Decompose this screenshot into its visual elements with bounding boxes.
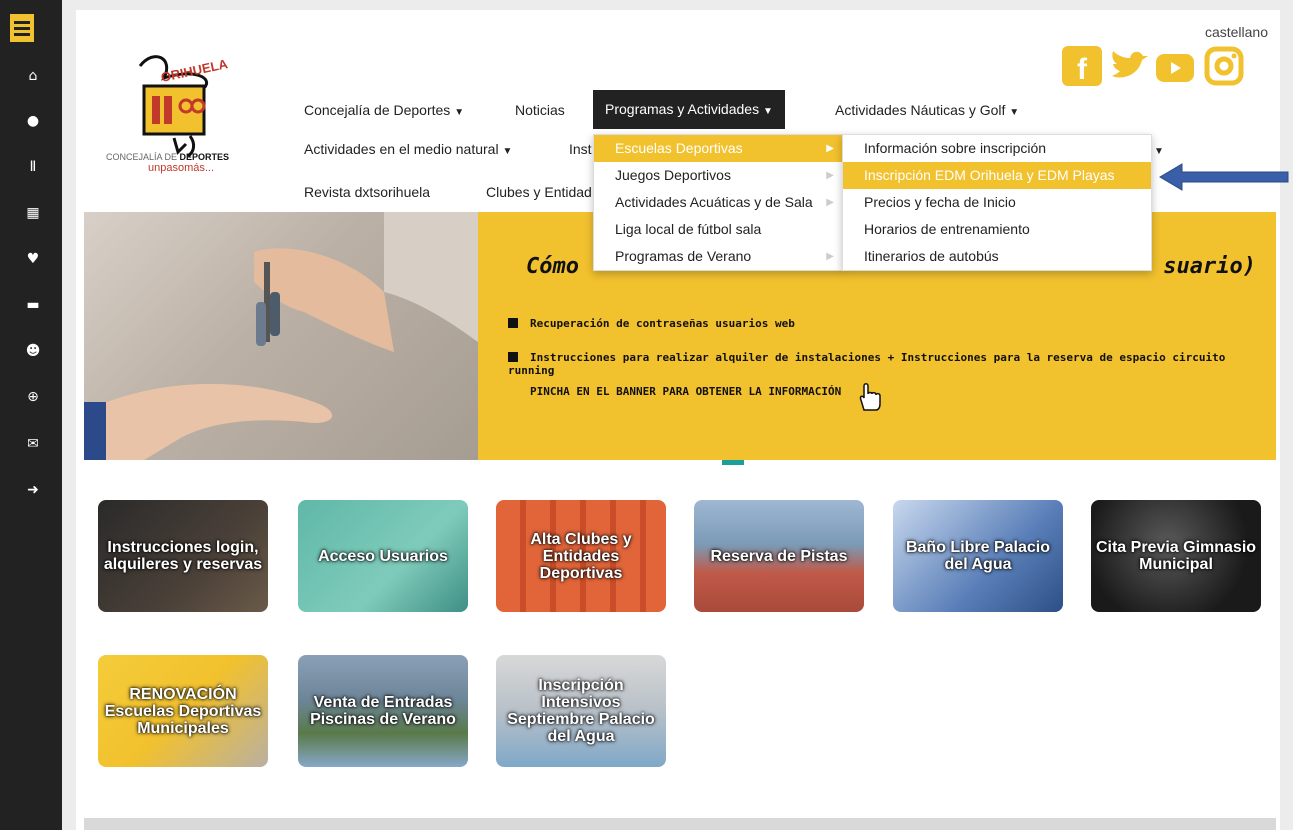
footer-bar	[84, 818, 1276, 830]
language-link[interactable]: castellano	[1205, 24, 1268, 40]
logo-line1-a: CONCEJALÍA DE	[106, 152, 180, 162]
dropdown-item-verano[interactable]: Programas de Verano ▶	[594, 243, 842, 270]
tile-instrucciones[interactable]: Instrucciones login, alquileres y reserv…	[98, 500, 268, 612]
banner-bullet-1: Recuperación de contraseñas usuarios web	[508, 317, 795, 330]
banner-image	[84, 212, 478, 460]
banner-title-left: Cómo	[526, 254, 579, 279]
ticket-icon[interactable]: ▬	[23, 297, 43, 313]
envelope-icon[interactable]: ✉	[23, 436, 43, 452]
search-icon[interactable]: ⊕	[23, 389, 43, 405]
sidebar: ⌂ ● Ⅱ ▦ ♥ ▬ ☻ ⊕ ✉ ➜	[0, 0, 62, 830]
carousel-dot[interactable]	[696, 460, 718, 465]
carousel-dot[interactable]	[618, 460, 640, 465]
banner-bullet-2: Instrucciones para realizar alquiler de …	[508, 351, 1226, 377]
chevron-right-icon: ▶	[826, 143, 834, 154]
submenu-item-horarios[interactable]: Horarios de entrenamiento	[843, 216, 1151, 243]
logo-line2: unpasomás...	[148, 162, 214, 174]
tile-renovacion[interactable]: RENOVACIÓN Escuelas Deportivas Municipal…	[98, 655, 268, 767]
carousel-dot[interactable]	[644, 460, 666, 465]
chevron-right-icon: ▶	[826, 251, 834, 262]
logout-icon[interactable]: ➜	[23, 482, 43, 498]
menu-icon[interactable]	[10, 14, 34, 42]
tile-cita-previa[interactable]: Cita Previa Gimnasio Municipal	[1091, 500, 1261, 612]
youtube-icon[interactable]	[1156, 54, 1194, 82]
caret-down-icon: ▼	[1009, 107, 1020, 118]
instagram-icon[interactable]	[1204, 46, 1244, 86]
calendar-icon[interactable]: ▦	[23, 205, 43, 221]
logo-line1-b: DEPORTES	[180, 152, 230, 162]
caret-down-icon: ▼	[1154, 146, 1164, 157]
annotation-arrow-icon	[1158, 162, 1290, 197]
caret-down-icon: ▼	[502, 146, 513, 157]
dropdown-item-liga[interactable]: Liga local de fútbol sala	[594, 216, 842, 243]
square-bullet-icon	[508, 352, 518, 362]
dropdown-item-escuelas[interactable]: Escuelas Deportivas ▶	[594, 135, 842, 162]
escuelas-submenu: Información sobre inscripción Inscripció…	[842, 134, 1152, 271]
facebook-icon[interactable]: f	[1062, 46, 1102, 86]
tile-venta-entradas[interactable]: Venta de Entradas Piscinas de Verano	[298, 655, 468, 767]
programas-dropdown: Escuelas Deportivas ▶ Juegos Deportivos ▶ …	[593, 134, 843, 271]
dropdown-item-juegos[interactable]: Juegos Deportivos ▶	[594, 162, 842, 189]
tile-acceso-usuarios[interactable]: Acceso Usuarios	[298, 500, 468, 612]
page-content: castellano f ORIHUELA CONCEJALÍA DE DEPO…	[76, 10, 1280, 830]
heart-icon[interactable]: ♥	[23, 251, 43, 267]
svg-text:CONCEJALÍA DE DEPORTES: CONCEJALÍA DE DEPORTES	[106, 152, 229, 162]
submenu-item-inscripcion[interactable]: Inscripción EDM Orihuela y EDM Playas	[843, 162, 1151, 189]
dropdown-item-acuaticas[interactable]: Actividades Acuáticas y de Sala ▶	[594, 189, 842, 216]
chevron-right-icon: ▶	[826, 170, 834, 181]
home-icon[interactable]: ⌂	[23, 68, 43, 84]
submenu-item-itinerarios[interactable]: Itinerarios de autobús	[843, 243, 1151, 270]
concejalia-logo[interactable]: ORIHUELA CONCEJALÍA DE DEPORTES unpasomá…	[104, 48, 264, 188]
nav-programas[interactable]: Programas y Actividades ▼	[593, 90, 785, 129]
square-bullet-icon	[508, 318, 518, 328]
twitter-icon[interactable]	[1108, 46, 1148, 86]
tile-reserva-pistas[interactable]: Reserva de Pistas	[694, 500, 864, 612]
submenu-item-informacion[interactable]: Información sobre inscripción	[843, 135, 1151, 162]
users-icon[interactable]: ☻	[23, 343, 43, 359]
tile-alta-clubes[interactable]: Alta Clubes y Entidades Deportivas	[496, 500, 666, 612]
caret-down-icon: ▼	[454, 107, 465, 118]
banner-cta[interactable]: PINCHA EN EL BANNER PARA OBTENER LA INFO…	[530, 385, 841, 398]
carousel-dot[interactable]	[670, 460, 692, 465]
nav-clubes[interactable]: Clubes y Entidad	[486, 184, 592, 200]
nav-medio-natural[interactable]: Actividades en el medio natural ▼	[304, 141, 512, 157]
nav-revista[interactable]: Revista dxtsorihuela	[304, 184, 430, 200]
hand-pointer-icon	[856, 382, 882, 417]
carousel-dot-active[interactable]	[722, 460, 744, 465]
nav-noticias[interactable]: Noticias	[515, 102, 565, 118]
caret-down-icon: ▼	[762, 106, 773, 117]
tile-inscripcion-intensivos[interactable]: Inscripción Intensivos Septiembre Palaci…	[496, 655, 666, 767]
dumbbell-icon[interactable]: Ⅱ	[23, 159, 43, 175]
logo-top: ORIHUELA	[160, 56, 230, 85]
nav-nauticas[interactable]: Actividades Náuticas y Golf ▼	[835, 102, 1019, 118]
nav-inst[interactable]: Inst	[569, 141, 592, 157]
carousel-dots	[618, 452, 748, 465]
chevron-right-icon: ▶	[826, 197, 834, 208]
user-icon[interactable]: ●	[23, 113, 43, 129]
nav-concejalia[interactable]: Concejalía de Deportes ▼	[304, 102, 464, 118]
submenu-item-precios[interactable]: Precios y fecha de Inicio	[843, 189, 1151, 216]
tile-bano-libre[interactable]: Baño Libre Palacio del Agua	[893, 500, 1063, 612]
svg-text:f: f	[1077, 53, 1088, 86]
banner-title-right: suario)	[1163, 254, 1256, 279]
